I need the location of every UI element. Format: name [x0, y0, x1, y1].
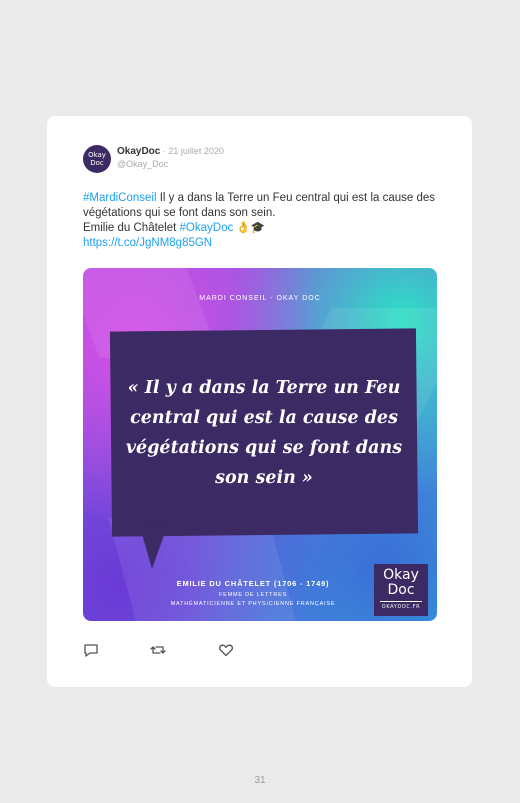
hashtag-mardiconseil[interactable]: #MardiConseil	[83, 192, 157, 204]
avatar[interactable]: Okay Doc	[83, 145, 111, 173]
emoji-text: 👌🎓	[233, 222, 266, 234]
speech-bubble-tail	[140, 524, 174, 570]
logo-line1: Okay	[383, 567, 419, 583]
tweet-text: #MardiConseil Il y a dans la Terre un Fe…	[83, 191, 443, 251]
tweet-date[interactable]: 21 juillet 2020	[168, 146, 224, 156]
quote-credit: EMILIE DU CHÂTELET (1706 - 1749) FEMME D…	[153, 579, 353, 609]
retweet-icon[interactable]	[150, 642, 166, 658]
credit-name: EMILIE DU CHÂTELET (1706 - 1749)	[176, 579, 330, 588]
credit-role-1: FEMME DE LETTRES	[218, 592, 288, 598]
tweet-author-line: Emilie du Châtelet	[83, 222, 180, 234]
tweet-card: Okay Doc OkayDoc · 21 juillet 2020 @Okay…	[47, 116, 472, 687]
tweet-image[interactable]: MARDI CONSEIL - OKAY DOC « Il y a dans l…	[83, 268, 437, 621]
hashtag-okaydoc[interactable]: #OkayDoc	[180, 222, 234, 234]
avatar-line1: Okay	[88, 151, 106, 159]
author-name[interactable]: OkayDoc	[117, 146, 160, 157]
reply-icon[interactable]	[83, 642, 99, 658]
credit-role-2: MATHÉMATICIENNE ET PHYSICIENNE FRANÇAISE	[170, 601, 336, 607]
page-number: 31	[254, 775, 266, 786]
tweet-header: OkayDoc · 21 juillet 2020	[117, 146, 224, 157]
like-icon[interactable]	[218, 642, 234, 658]
okaydoc-logo: Okay Doc OKAYDOC.FR	[374, 564, 428, 616]
avatar-line2: Doc	[90, 159, 104, 167]
media-header: MARDI CONSEIL - OKAY DOC	[199, 295, 321, 302]
quote-text: « Il y a dans la Terre un Feu central qu…	[125, 378, 403, 488]
tweet-link[interactable]: https://t.co/JgNM8g85GN	[83, 237, 212, 249]
author-handle[interactable]: @Okay_Doc	[117, 159, 168, 169]
logo-line2: Doc	[387, 582, 415, 598]
logo-line3: OKAYDOC.FR	[380, 601, 422, 610]
